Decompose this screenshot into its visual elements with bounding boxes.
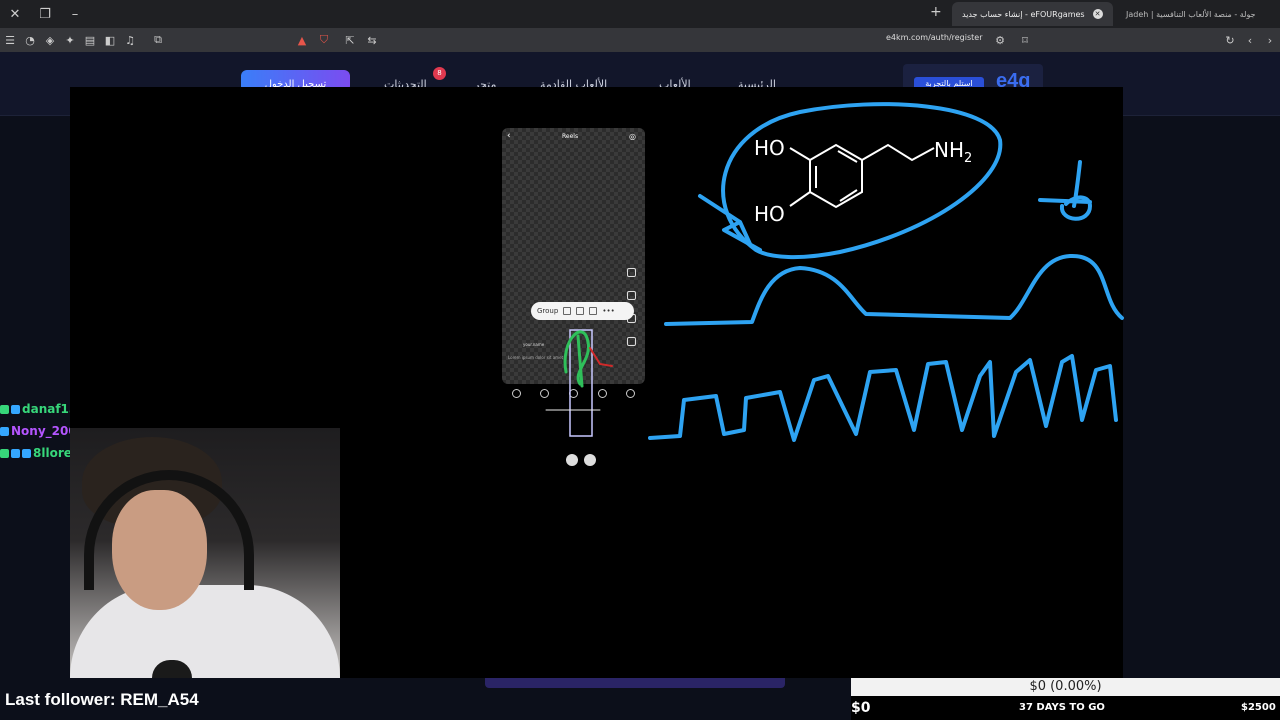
mini-controls — [566, 454, 596, 466]
back-icon[interactable]: ‹ — [1240, 28, 1260, 52]
nh-subscript: 2 — [964, 151, 973, 166]
address-bar[interactable]: e4km.com/auth/register — [886, 33, 983, 42]
badge-icon — [0, 448, 9, 458]
more-icon[interactable] — [627, 337, 636, 346]
donation-current: $0 — [851, 700, 871, 716]
browser-tab-strip: ✕ ❐ – + إنشاء حساب جديد - eFOURgames ✕ J… — [0, 0, 1280, 28]
screen: ✕ ❐ – + إنشاء حساب جديد - eFOURgames ✕ J… — [0, 0, 1280, 720]
new-tab-icon[interactable]: + — [930, 4, 942, 20]
ho-bottom-label: HO — [754, 202, 785, 226]
add-icon[interactable] — [568, 388, 578, 398]
minimize-window-icon[interactable]: – — [60, 0, 90, 28]
undo-icon[interactable] — [566, 454, 578, 466]
bookmark-icon[interactable]: ⌑ — [1015, 28, 1035, 52]
sidebar-icon[interactable]: ◧ — [100, 28, 120, 52]
warning-icon[interactable]: ▲ — [292, 28, 312, 52]
chat-username: 8llore — [33, 446, 70, 460]
chat-message: Nony_2007 — [0, 420, 70, 442]
donation-progress-bar: $0 (0.00%) — [851, 678, 1280, 696]
profile-icon[interactable] — [626, 388, 636, 398]
dopamine-structure: HO HO NH2 — [740, 130, 1000, 240]
site-settings-icon[interactable]: ⚙ — [990, 28, 1010, 52]
reload-icon[interactable]: ↻ — [1220, 28, 1240, 52]
phone-caption: Lorem ipsum dolor sit amet — [508, 355, 564, 360]
redo-icon[interactable] — [584, 454, 596, 466]
brave-shield-icon[interactable]: ⛉ — [314, 28, 334, 52]
phone-bottom-nav — [502, 384, 645, 402]
badge-icon — [0, 404, 9, 414]
delete-icon[interactable] — [589, 307, 598, 315]
days-to-go: 37 DAYS TO GO — [1019, 702, 1105, 713]
search-icon[interactable] — [540, 388, 550, 398]
badge-icon — [0, 426, 9, 436]
badge-icon — [11, 448, 20, 458]
group-toolbar: Group ••• — [531, 302, 634, 320]
screenshot-icon[interactable]: ⧉ — [148, 28, 168, 52]
comment-icon[interactable] — [627, 291, 636, 300]
donation-goal: $2500 — [1241, 702, 1276, 713]
tab-label: Jadeh | جولة - منصة الألعاب التنافسية — [1126, 9, 1256, 19]
tab-label: إنشاء حساب جديد - eFOURgames — [962, 9, 1085, 19]
tab-jadeh[interactable]: Jadeh | جولة - منصة الألعاب التنافسية — [1116, 2, 1266, 26]
browser-toolbar: ☰ ◔ ◈ ✦ ▤ ◧ ♫ ⧉ ▲ ⛉ ⇱ ⇆ e4km.com/auth/re… — [0, 28, 1280, 52]
nh-text: NH — [934, 138, 964, 162]
heart-icon[interactable] — [627, 268, 636, 277]
chat-username: Nony_2007 — [11, 424, 70, 438]
close-window-icon[interactable]: ✕ — [0, 0, 30, 28]
back-arrow-icon[interactable]: ‹ — [507, 131, 511, 141]
badge-icon — [11, 404, 20, 414]
tab-register[interactable]: إنشاء حساب جديد - eFOURgames ✕ — [952, 2, 1113, 26]
camera-icon[interactable]: ◎ — [629, 132, 636, 141]
share-icon[interactable]: ⇱ — [340, 28, 360, 52]
forward-icon[interactable]: › — [1260, 28, 1280, 52]
group-icon[interactable] — [563, 307, 572, 315]
restore-window-icon[interactable]: ❐ — [30, 0, 60, 28]
purple-bar — [485, 678, 785, 688]
nh2-label: NH2 — [934, 138, 972, 166]
shield-icon[interactable]: ◈ — [40, 28, 60, 52]
tabs-icon[interactable]: ▤ — [80, 28, 100, 52]
translate-icon[interactable]: ⇆ — [362, 28, 382, 52]
chat-message: 8llore — [0, 442, 70, 464]
reels-icon[interactable] — [597, 388, 607, 398]
music-icon[interactable]: ♫ — [120, 28, 140, 52]
chat-username: danaf15 — [22, 402, 70, 416]
notification-badge: 8 — [433, 67, 446, 80]
group-label[interactable]: Group — [537, 307, 558, 315]
last-follower: Last follower: REM_A54 — [5, 690, 199, 709]
speedometer-icon[interactable]: ◔ — [20, 28, 40, 52]
extension-icon[interactable]: ✦ — [60, 28, 80, 52]
copy-icon[interactable] — [576, 307, 585, 315]
ho-top-label: HO — [754, 136, 785, 160]
tab-close-icon[interactable]: ✕ — [1092, 9, 1103, 19]
chat-message: danaf15 — [0, 398, 70, 420]
phone-title: Reels — [562, 133, 579, 140]
home-icon[interactable] — [511, 388, 521, 398]
phone-username: your.name — [523, 342, 545, 347]
menu-icon[interactable]: ☰ — [0, 28, 20, 52]
badge-icon — [22, 448, 31, 458]
stream-chat: danaf15 Nony_2007 8llore — [0, 398, 70, 464]
ellipsis-icon[interactable]: ••• — [602, 307, 614, 315]
